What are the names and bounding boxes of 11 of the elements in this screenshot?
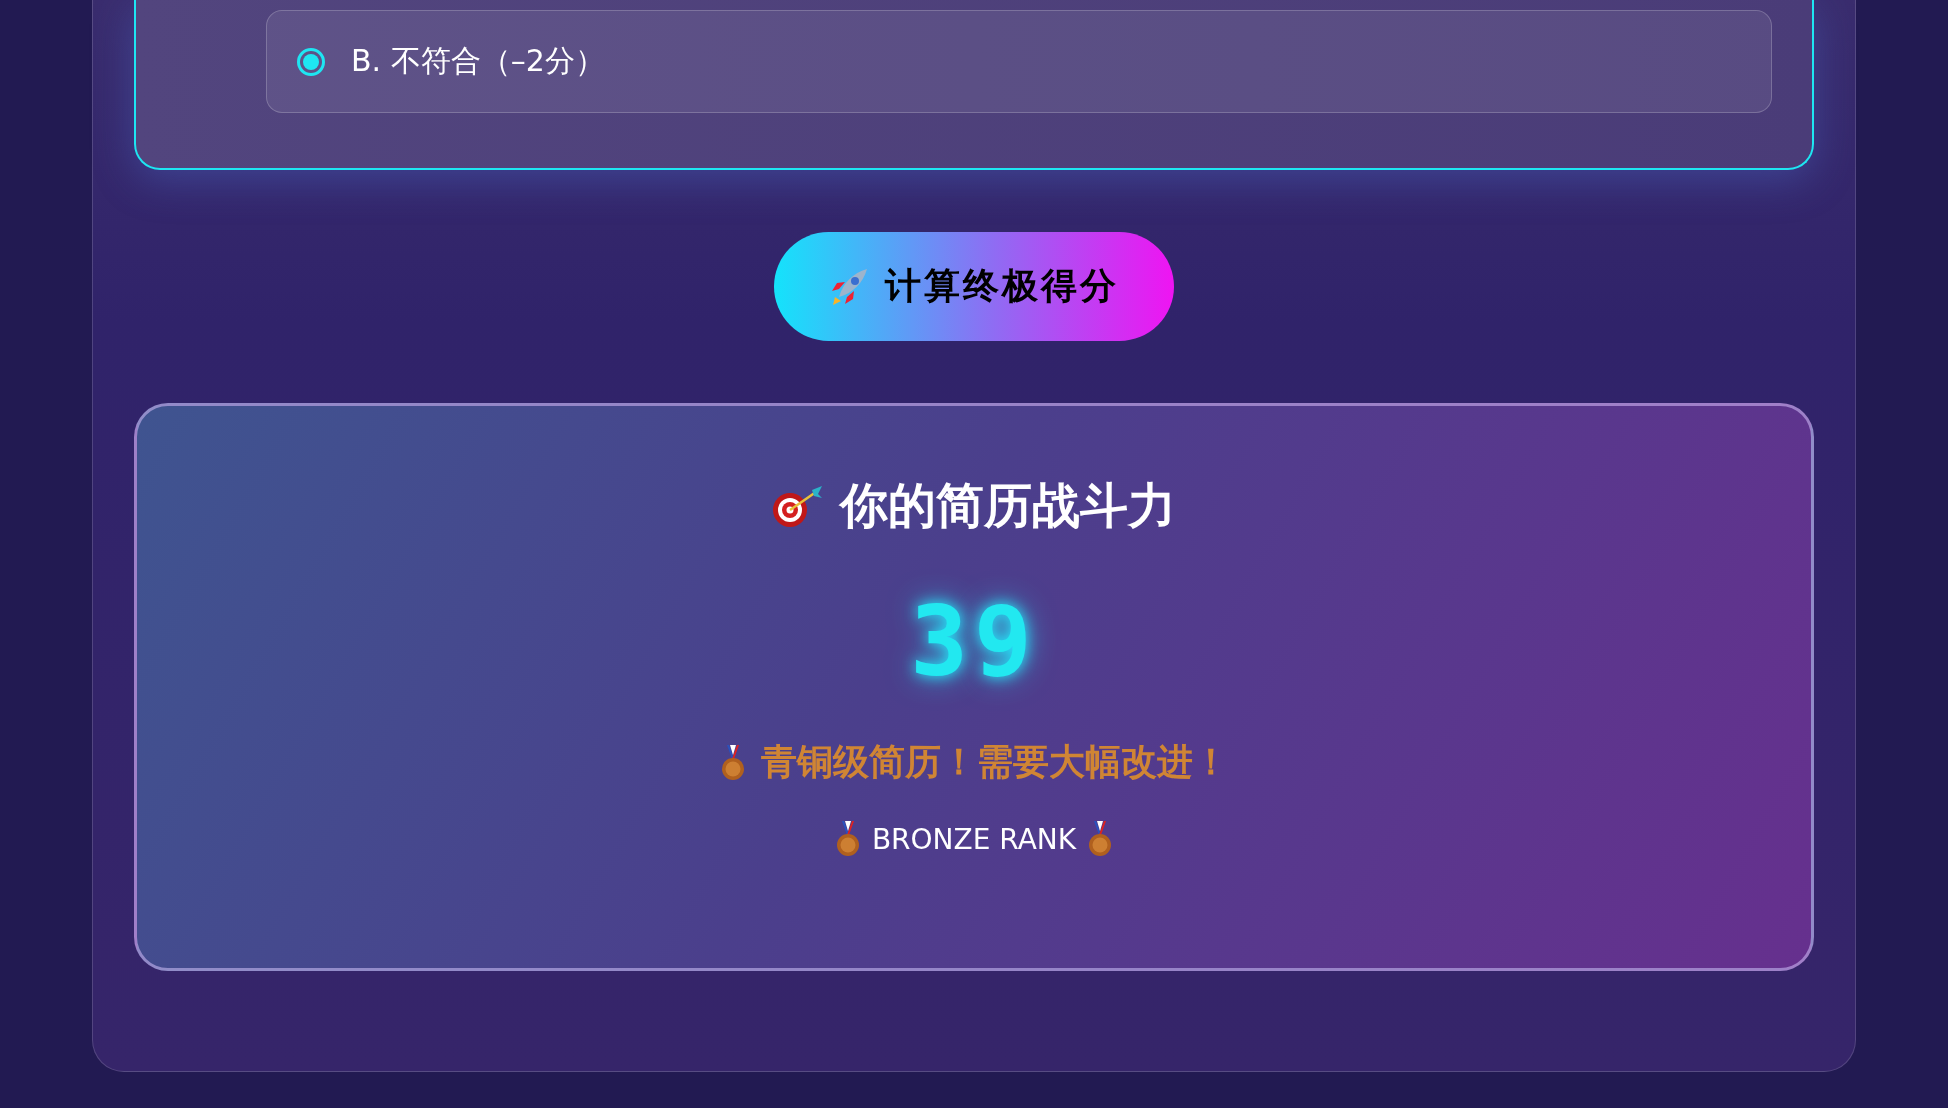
rank-label: BRONZE RANK bbox=[871, 822, 1077, 856]
score-value: 39 bbox=[910, 586, 1038, 698]
radio-button[interactable] bbox=[297, 47, 325, 76]
rocket-icon bbox=[829, 266, 869, 307]
target-icon bbox=[772, 484, 824, 528]
option-label: B. 不符合（–2分） bbox=[351, 42, 605, 80]
calculate-button[interactable]: 计算终极得分 bbox=[774, 232, 1174, 341]
answer-option[interactable]: B. 不符合（–2分） bbox=[266, 10, 1772, 113]
medal-icon bbox=[719, 744, 747, 781]
verdict-text: 青铜级简历！需要大幅改进！ bbox=[761, 740, 1229, 784]
result-title: 你的简历战斗力 bbox=[840, 476, 1176, 535]
